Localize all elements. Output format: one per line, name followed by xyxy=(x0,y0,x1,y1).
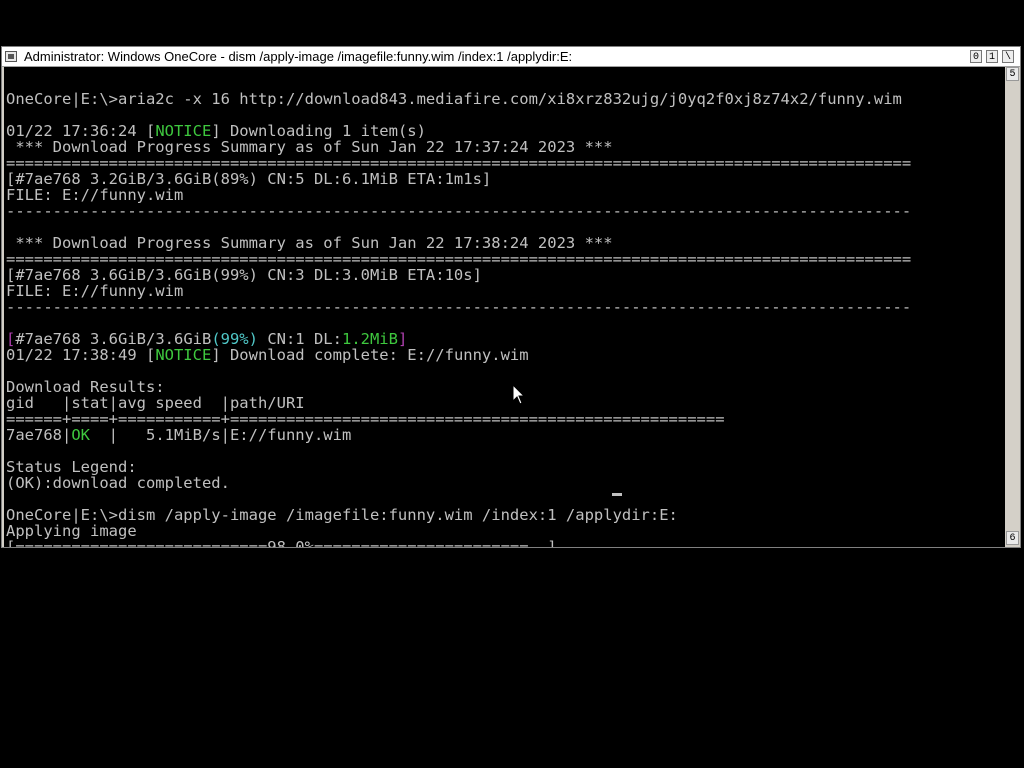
title-bar[interactable]: Administrator: Windows OneCore - dism /a… xyxy=(2,47,1020,67)
console-app-icon[interactable] xyxy=(5,51,17,62)
notice-downloading-line: 01/22 17:36:24 [NOTICE] Downloading 1 it… xyxy=(6,122,426,140)
progress-line-1: [#7ae768 3.2GiB/3.6GiB(89%) CN:5 DL:6.1M… xyxy=(6,170,492,188)
dism-command-line: OneCore|E:\>dism /apply-image /imagefile… xyxy=(6,506,678,524)
download-results-heading: Download Results: xyxy=(6,378,165,396)
vertical-scrollbar[interactable]: 5 6 xyxy=(1005,67,1020,547)
status-ok: OK xyxy=(71,426,90,444)
results-table-header: gid |stat|avg speed |path/URI xyxy=(6,394,305,412)
separator-single-2: ----------------------------------------… xyxy=(6,298,912,316)
window-title: Administrator: Windows OneCore - dism /a… xyxy=(24,49,573,64)
results-table-row: 7ae768|OK | 5.1MiB/s|E://funny.wim xyxy=(6,426,352,444)
separator-single-1: ----------------------------------------… xyxy=(6,202,912,220)
status-legend-ok: (OK):download completed. xyxy=(6,474,230,492)
status-legend-heading: Status Legend: xyxy=(6,458,137,476)
aria2c-command-line: OneCore|E:\>aria2c -x 16 http://download… xyxy=(6,90,902,108)
progress-line-3: [#7ae768 3.6GiB/3.6GiB(99%) CN:1 DL:1.2M… xyxy=(6,330,408,348)
applying-image-line: Applying image xyxy=(6,522,137,540)
summary-header-2: *** Download Progress Summary as of Sun … xyxy=(6,234,613,252)
dism-progress-bar: [===========================98.0%=======… xyxy=(6,538,557,547)
notice-tag: NOTICE xyxy=(155,346,212,364)
progress-line-2: [#7ae768 3.6GiB/3.6GiB(99%) CN:3 DL:3.0M… xyxy=(6,266,482,284)
file-line-2: FILE: E://funny.wim xyxy=(6,282,184,300)
maximize-button[interactable]: 1 xyxy=(986,50,998,63)
separator-double-2: ========================================… xyxy=(6,250,912,268)
close-button[interactable]: \ xyxy=(1002,50,1014,63)
terminal-output[interactable]: OneCore|E:\>aria2c -x 16 http://download… xyxy=(4,67,1005,547)
results-table-separator: ======+====+===========+================… xyxy=(6,410,725,428)
scroll-up-button[interactable]: 5 xyxy=(1006,67,1019,81)
minimize-button[interactable]: 0 xyxy=(970,50,982,63)
mouse-pointer-icon xyxy=(512,384,526,405)
text-cursor xyxy=(612,493,622,496)
file-line-1: FILE: E://funny.wim xyxy=(6,186,184,204)
notice-complete-line: 01/22 17:38:49 [NOTICE] Download complet… xyxy=(6,346,529,364)
console-window: Administrator: Windows OneCore - dism /a… xyxy=(1,46,1021,548)
summary-header-1: *** Download Progress Summary as of Sun … xyxy=(6,138,613,156)
separator-double-1: ========================================… xyxy=(6,154,912,172)
scroll-down-button[interactable]: 6 xyxy=(1006,531,1019,545)
